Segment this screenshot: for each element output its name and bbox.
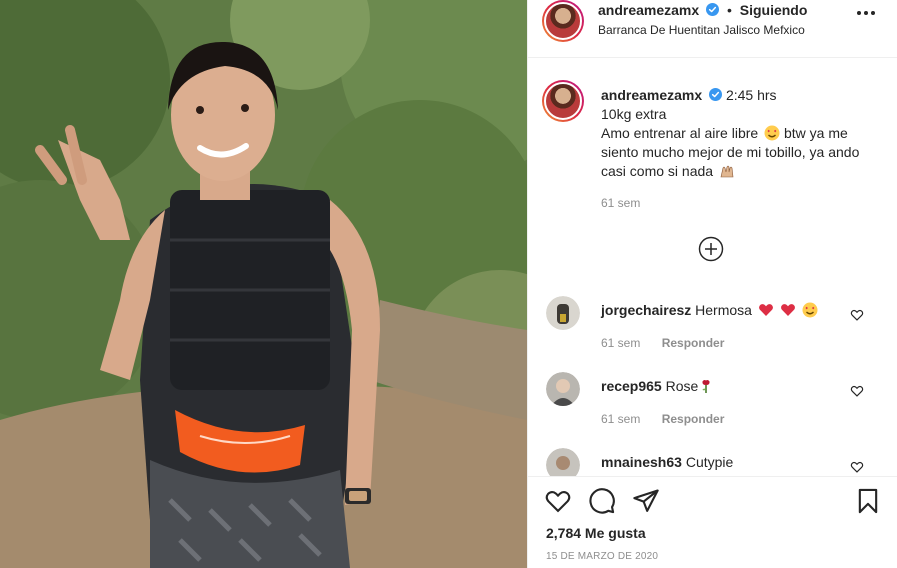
heart-eyes-emoji-icon <box>802 302 818 318</box>
red-heart-emoji-icon <box>780 304 795 316</box>
comment-username[interactable]: jorgechairesz <box>601 302 691 318</box>
send-icon[interactable] <box>632 487 660 515</box>
comment-username[interactable]: mnainesh63 <box>601 454 682 470</box>
comment-text-row: mnainesh63 Cutypie <box>601 454 733 470</box>
caption-line-1: 10kg extra <box>601 106 667 122</box>
commenter-avatar[interactable] <box>546 448 580 476</box>
comment-item: mnainesh63 Cutypie <box>528 448 897 476</box>
post-actions-bar: 2,784 Me gusta 15 DE MARZO DE 2020 <box>528 476 897 568</box>
comment-text-row: jorgechairesz Hermosa <box>601 302 818 318</box>
more-options-icon[interactable] <box>856 10 876 16</box>
post-location[interactable]: Barranca De Huentitan Jalisco Mefxico <box>598 23 805 37</box>
like-comment-heart-icon[interactable] <box>850 384 864 398</box>
following-button[interactable]: Siguiendo <box>740 2 808 18</box>
bookmark-icon[interactable] <box>854 487 882 515</box>
post-date[interactable]: 15 DE MARZO DE 2020 <box>546 551 658 562</box>
red-heart-emoji-icon <box>758 304 773 316</box>
comment-age[interactable]: 61 sem <box>601 336 640 350</box>
heart-eyes-emoji-icon <box>764 125 780 141</box>
comment-meta: 61 sem Responder <box>601 336 724 350</box>
comment-text: Cutypie <box>685 454 734 470</box>
header-separator: • <box>726 2 732 18</box>
likes-count[interactable]: 2,784 Me gusta <box>546 525 646 541</box>
like-comment-heart-icon[interactable] <box>850 308 864 322</box>
header-title-row: andreamezamx • Siguiendo <box>598 2 807 18</box>
caption-duration: 2:45 hrs <box>725 87 777 103</box>
caption-body: andreamezamx 2:45 hrs 10kg extra Amo ent… <box>601 86 881 181</box>
caption-author-avatar[interactable] <box>542 80 584 122</box>
rose-emoji-icon <box>702 379 710 393</box>
plus-circle-icon[interactable] <box>698 236 724 262</box>
comment-item: recep965 Rose 61 sem Responder <box>528 372 897 442</box>
comment-meta: 61 sem Responder <box>601 412 724 426</box>
post-photo[interactable] <box>0 0 527 568</box>
comment-username[interactable]: recep965 <box>601 378 662 394</box>
caption-age[interactable]: 61 sem <box>601 196 640 210</box>
post-side-panel: andreamezamx • Siguiendo Barranca De Hue… <box>527 0 897 568</box>
reply-button[interactable]: Responder <box>662 336 725 350</box>
comment-item: jorgechairesz Hermosa 61 sem Responder <box>528 296 897 366</box>
verified-badge-icon <box>706 3 720 16</box>
caption-line-2: Amo entrenar al aire libre <box>601 125 759 141</box>
author-username[interactable]: andreamezamx <box>598 2 699 18</box>
raised-hands-emoji-icon <box>720 165 734 178</box>
comment-text: Rose <box>665 378 699 394</box>
heart-icon[interactable] <box>544 487 572 515</box>
commenter-avatar[interactable] <box>546 296 580 330</box>
post-header: andreamezamx • Siguiendo Barranca De Hue… <box>528 0 897 58</box>
reply-button[interactable]: Responder <box>662 412 725 426</box>
commenter-avatar[interactable] <box>546 372 580 406</box>
comment-text-row: recep965 Rose <box>601 378 714 394</box>
author-avatar[interactable] <box>542 0 584 42</box>
verified-badge-icon <box>709 88 723 101</box>
photo-illustration <box>0 0 527 568</box>
comment-icon[interactable] <box>588 487 616 515</box>
caption-username[interactable]: andreamezamx <box>601 87 702 103</box>
comment-text: Hermosa <box>695 302 752 318</box>
like-comment-heart-icon[interactable] <box>850 460 864 474</box>
comment-age[interactable]: 61 sem <box>601 412 640 426</box>
